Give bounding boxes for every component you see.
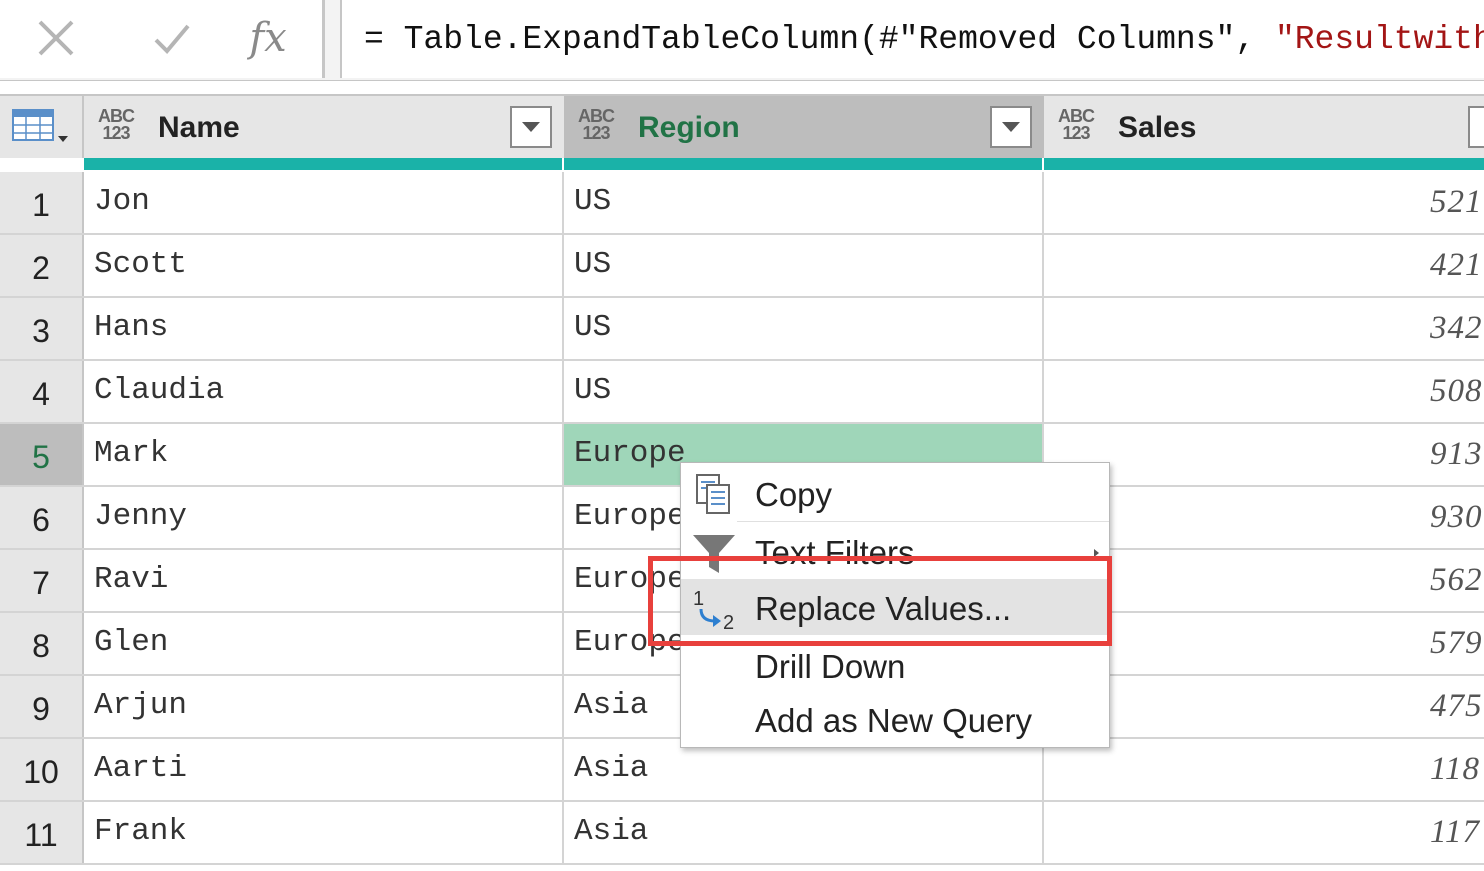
cell-name[interactable]: Scott bbox=[84, 235, 564, 296]
any-type-icon[interactable]: ABC 123 bbox=[94, 107, 138, 142]
formula-bar-controls: fx bbox=[0, 0, 325, 78]
check-icon bbox=[154, 24, 190, 54]
cell-sales[interactable]: 475 bbox=[1044, 676, 1484, 737]
any-type-icon[interactable]: ABC 123 bbox=[1054, 107, 1098, 142]
column-divider bbox=[1042, 158, 1044, 170]
cell-sales[interactable]: 421 bbox=[1044, 235, 1484, 296]
cell-name[interactable]: Ravi bbox=[84, 550, 564, 611]
table-icon bbox=[12, 109, 68, 142]
column-title: Sales bbox=[1118, 111, 1197, 144]
menu-separator bbox=[737, 521, 1109, 522]
column-title: Region bbox=[638, 111, 740, 144]
column-header-region[interactable]: ABC 123 Region bbox=[564, 96, 1046, 158]
row-number[interactable]: 8 bbox=[0, 613, 84, 674]
chevron-down-icon bbox=[522, 122, 540, 132]
cell-sales[interactable]: 118 bbox=[1044, 739, 1484, 800]
row-number[interactable]: 10 bbox=[0, 739, 84, 800]
cell-name[interactable]: Glen bbox=[84, 613, 564, 674]
menu-item-add-as-new-query[interactable]: Add as New Query bbox=[681, 691, 1109, 747]
menu-item-label: Drill Down bbox=[755, 648, 906, 685]
menu-item-label: Copy bbox=[755, 476, 833, 513]
fx-icon: fx bbox=[249, 15, 287, 61]
x-icon bbox=[38, 20, 74, 56]
row-number[interactable]: 11 bbox=[0, 802, 84, 863]
table-row: 2 Scott US 421 bbox=[0, 235, 1484, 298]
cell-name[interactable]: Frank bbox=[84, 802, 564, 863]
row-number[interactable]: 2 bbox=[0, 235, 84, 296]
chevron-down-icon bbox=[1002, 122, 1020, 132]
row-number[interactable]: 4 bbox=[0, 361, 84, 422]
cell-name[interactable]: Arjun bbox=[84, 676, 564, 737]
cell-sales[interactable]: 342 bbox=[1044, 298, 1484, 359]
commit-formula-button[interactable] bbox=[142, 8, 202, 68]
table-row: 3 Hans US 342 bbox=[0, 298, 1484, 361]
cell-region[interactable]: US bbox=[564, 235, 1044, 296]
cell-name[interactable]: Claudia bbox=[84, 361, 564, 422]
row-number[interactable]: 3 bbox=[0, 298, 84, 359]
cell-sales[interactable]: 521 bbox=[1044, 172, 1484, 233]
copy-icon bbox=[696, 474, 730, 514]
table-menu-button[interactable] bbox=[0, 96, 84, 158]
table-row: 4 Claudia US 508 bbox=[0, 361, 1484, 424]
formula-string-literal: "Resultwith bbox=[1274, 21, 1484, 58]
annotation-highlight-box bbox=[648, 556, 1112, 646]
row-number[interactable]: 9 bbox=[0, 676, 84, 737]
column-title: Name bbox=[158, 111, 240, 144]
table-row: 11 Frank Asia 117 bbox=[0, 802, 1484, 865]
cell-sales[interactable]: 508 bbox=[1044, 361, 1484, 422]
any-type-icon[interactable]: ABC 123 bbox=[574, 107, 618, 142]
cancel-formula-button[interactable] bbox=[26, 8, 86, 68]
column-filter-dropdown[interactable] bbox=[1468, 106, 1484, 148]
column-header-name[interactable]: ABC 123 Name bbox=[84, 96, 566, 158]
column-divider bbox=[562, 158, 564, 170]
row-number[interactable]: 1 bbox=[0, 172, 84, 233]
formula-text: = Table.ExpandTableColumn(#"Removed Colu… bbox=[364, 21, 1275, 58]
row-number[interactable]: 7 bbox=[0, 550, 84, 611]
menu-item-label: Add as New Query bbox=[755, 702, 1032, 739]
insert-function-button[interactable]: fx bbox=[238, 8, 298, 68]
cell-name[interactable]: Jon bbox=[84, 172, 564, 233]
column-quality-bar bbox=[84, 158, 1484, 170]
cell-name[interactable]: Jenny bbox=[84, 487, 564, 548]
menu-item-copy[interactable]: Copy bbox=[681, 465, 1109, 521]
table-row: 10 Aarti Asia 118 bbox=[0, 739, 1484, 802]
column-header-sales[interactable]: ABC 123 Sales bbox=[1044, 96, 1484, 158]
cell-sales[interactable]: 930 bbox=[1044, 487, 1484, 548]
cell-sales[interactable]: 913 bbox=[1044, 424, 1484, 485]
formula-bar: fx = Table.ExpandTableColumn(#"Removed C… bbox=[0, 0, 1484, 81]
table-row: 1 Jon US 521 bbox=[0, 172, 1484, 235]
cell-region[interactable]: Asia bbox=[564, 802, 1044, 863]
cell-name[interactable]: Mark bbox=[84, 424, 564, 485]
cell-region[interactable]: US bbox=[564, 298, 1044, 359]
column-filter-dropdown[interactable] bbox=[510, 106, 552, 148]
cell-region[interactable]: US bbox=[564, 172, 1044, 233]
cell-region[interactable]: US bbox=[564, 361, 1044, 422]
cell-name[interactable]: Aarti bbox=[84, 739, 564, 800]
column-filter-dropdown[interactable] bbox=[990, 106, 1032, 148]
cell-sales[interactable]: 117 bbox=[1044, 802, 1484, 863]
column-header-row: ABC 123 Name ABC 123 Region ABC 123 Sale… bbox=[0, 94, 1484, 158]
formula-input[interactable]: = Table.ExpandTableColumn(#"Removed Colu… bbox=[340, 0, 1484, 78]
row-number[interactable]: 6 bbox=[0, 487, 84, 548]
row-number[interactable]: 5 bbox=[0, 424, 84, 485]
cell-name[interactable]: Hans bbox=[84, 298, 564, 359]
